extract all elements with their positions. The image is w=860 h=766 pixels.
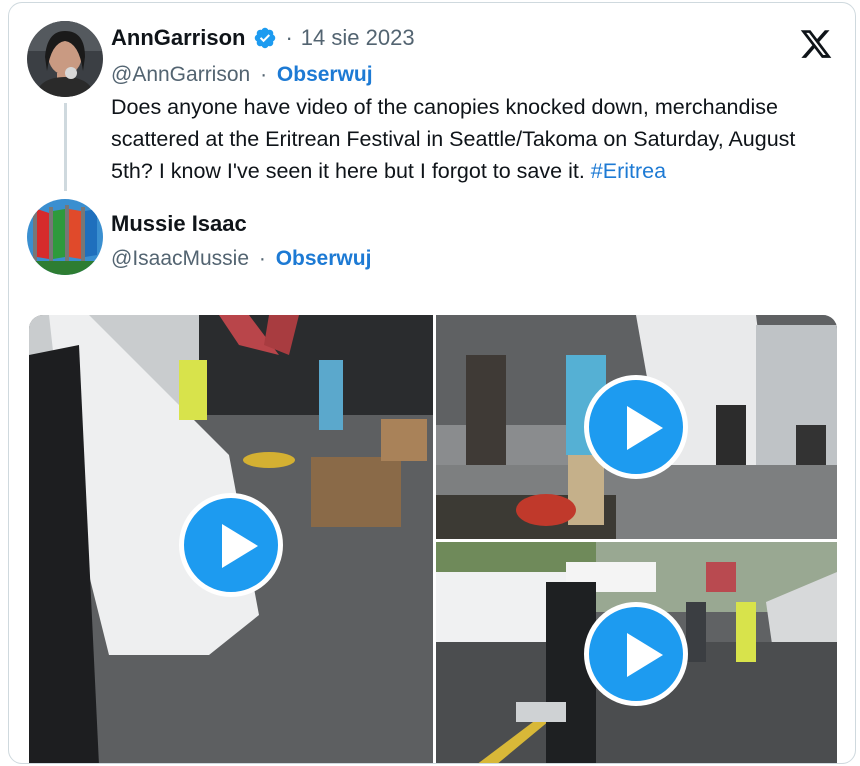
separator: · — [260, 63, 268, 86]
play-icon[interactable] — [584, 602, 688, 706]
tweet-text: Does anyone have video of the canopies k… — [111, 91, 841, 187]
author-handle[interactable]: @AnnGarrison — [111, 63, 250, 86]
tweet-body: Does anyone have video of the canopies k… — [111, 95, 796, 183]
tweet2-header: Mussie Isaac — [111, 211, 247, 237]
author-name[interactable]: AnnGarrison — [111, 25, 245, 51]
x-logo-icon[interactable] — [799, 27, 833, 61]
avatar[interactable] — [27, 199, 103, 275]
thread-line — [64, 103, 67, 191]
tweet-date[interactable]: 14 sie 2023 — [301, 25, 415, 51]
separator: · — [258, 247, 266, 270]
verified-badge-icon — [255, 27, 276, 49]
author-name[interactable]: Mussie Isaac — [111, 211, 247, 237]
video-thumbnail[interactable] — [29, 315, 433, 763]
tweet1-header: AnnGarrison · 14 sie 2023 — [111, 25, 415, 51]
tweet2-handle-row: @IsaacMussie · Obserwuj — [111, 247, 371, 271]
video-thumbnail[interactable] — [436, 315, 837, 539]
video-thumbnail[interactable] — [436, 542, 837, 763]
play-icon[interactable] — [584, 375, 688, 479]
play-icon[interactable] — [179, 493, 283, 597]
separator: · — [285, 25, 293, 50]
tweet1-handle-row: @AnnGarrison · Obserwuj — [111, 63, 373, 87]
hashtag-link[interactable]: #Eritrea — [591, 159, 666, 183]
follow-button[interactable]: Obserwuj — [277, 63, 373, 86]
author-handle[interactable]: @IsaacMussie — [111, 247, 249, 270]
tweet-card[interactable]: AnnGarrison · 14 sie 2023 @AnnGarrison ·… — [8, 2, 856, 764]
avatar[interactable] — [27, 21, 103, 97]
follow-button[interactable]: Obserwuj — [276, 247, 372, 270]
